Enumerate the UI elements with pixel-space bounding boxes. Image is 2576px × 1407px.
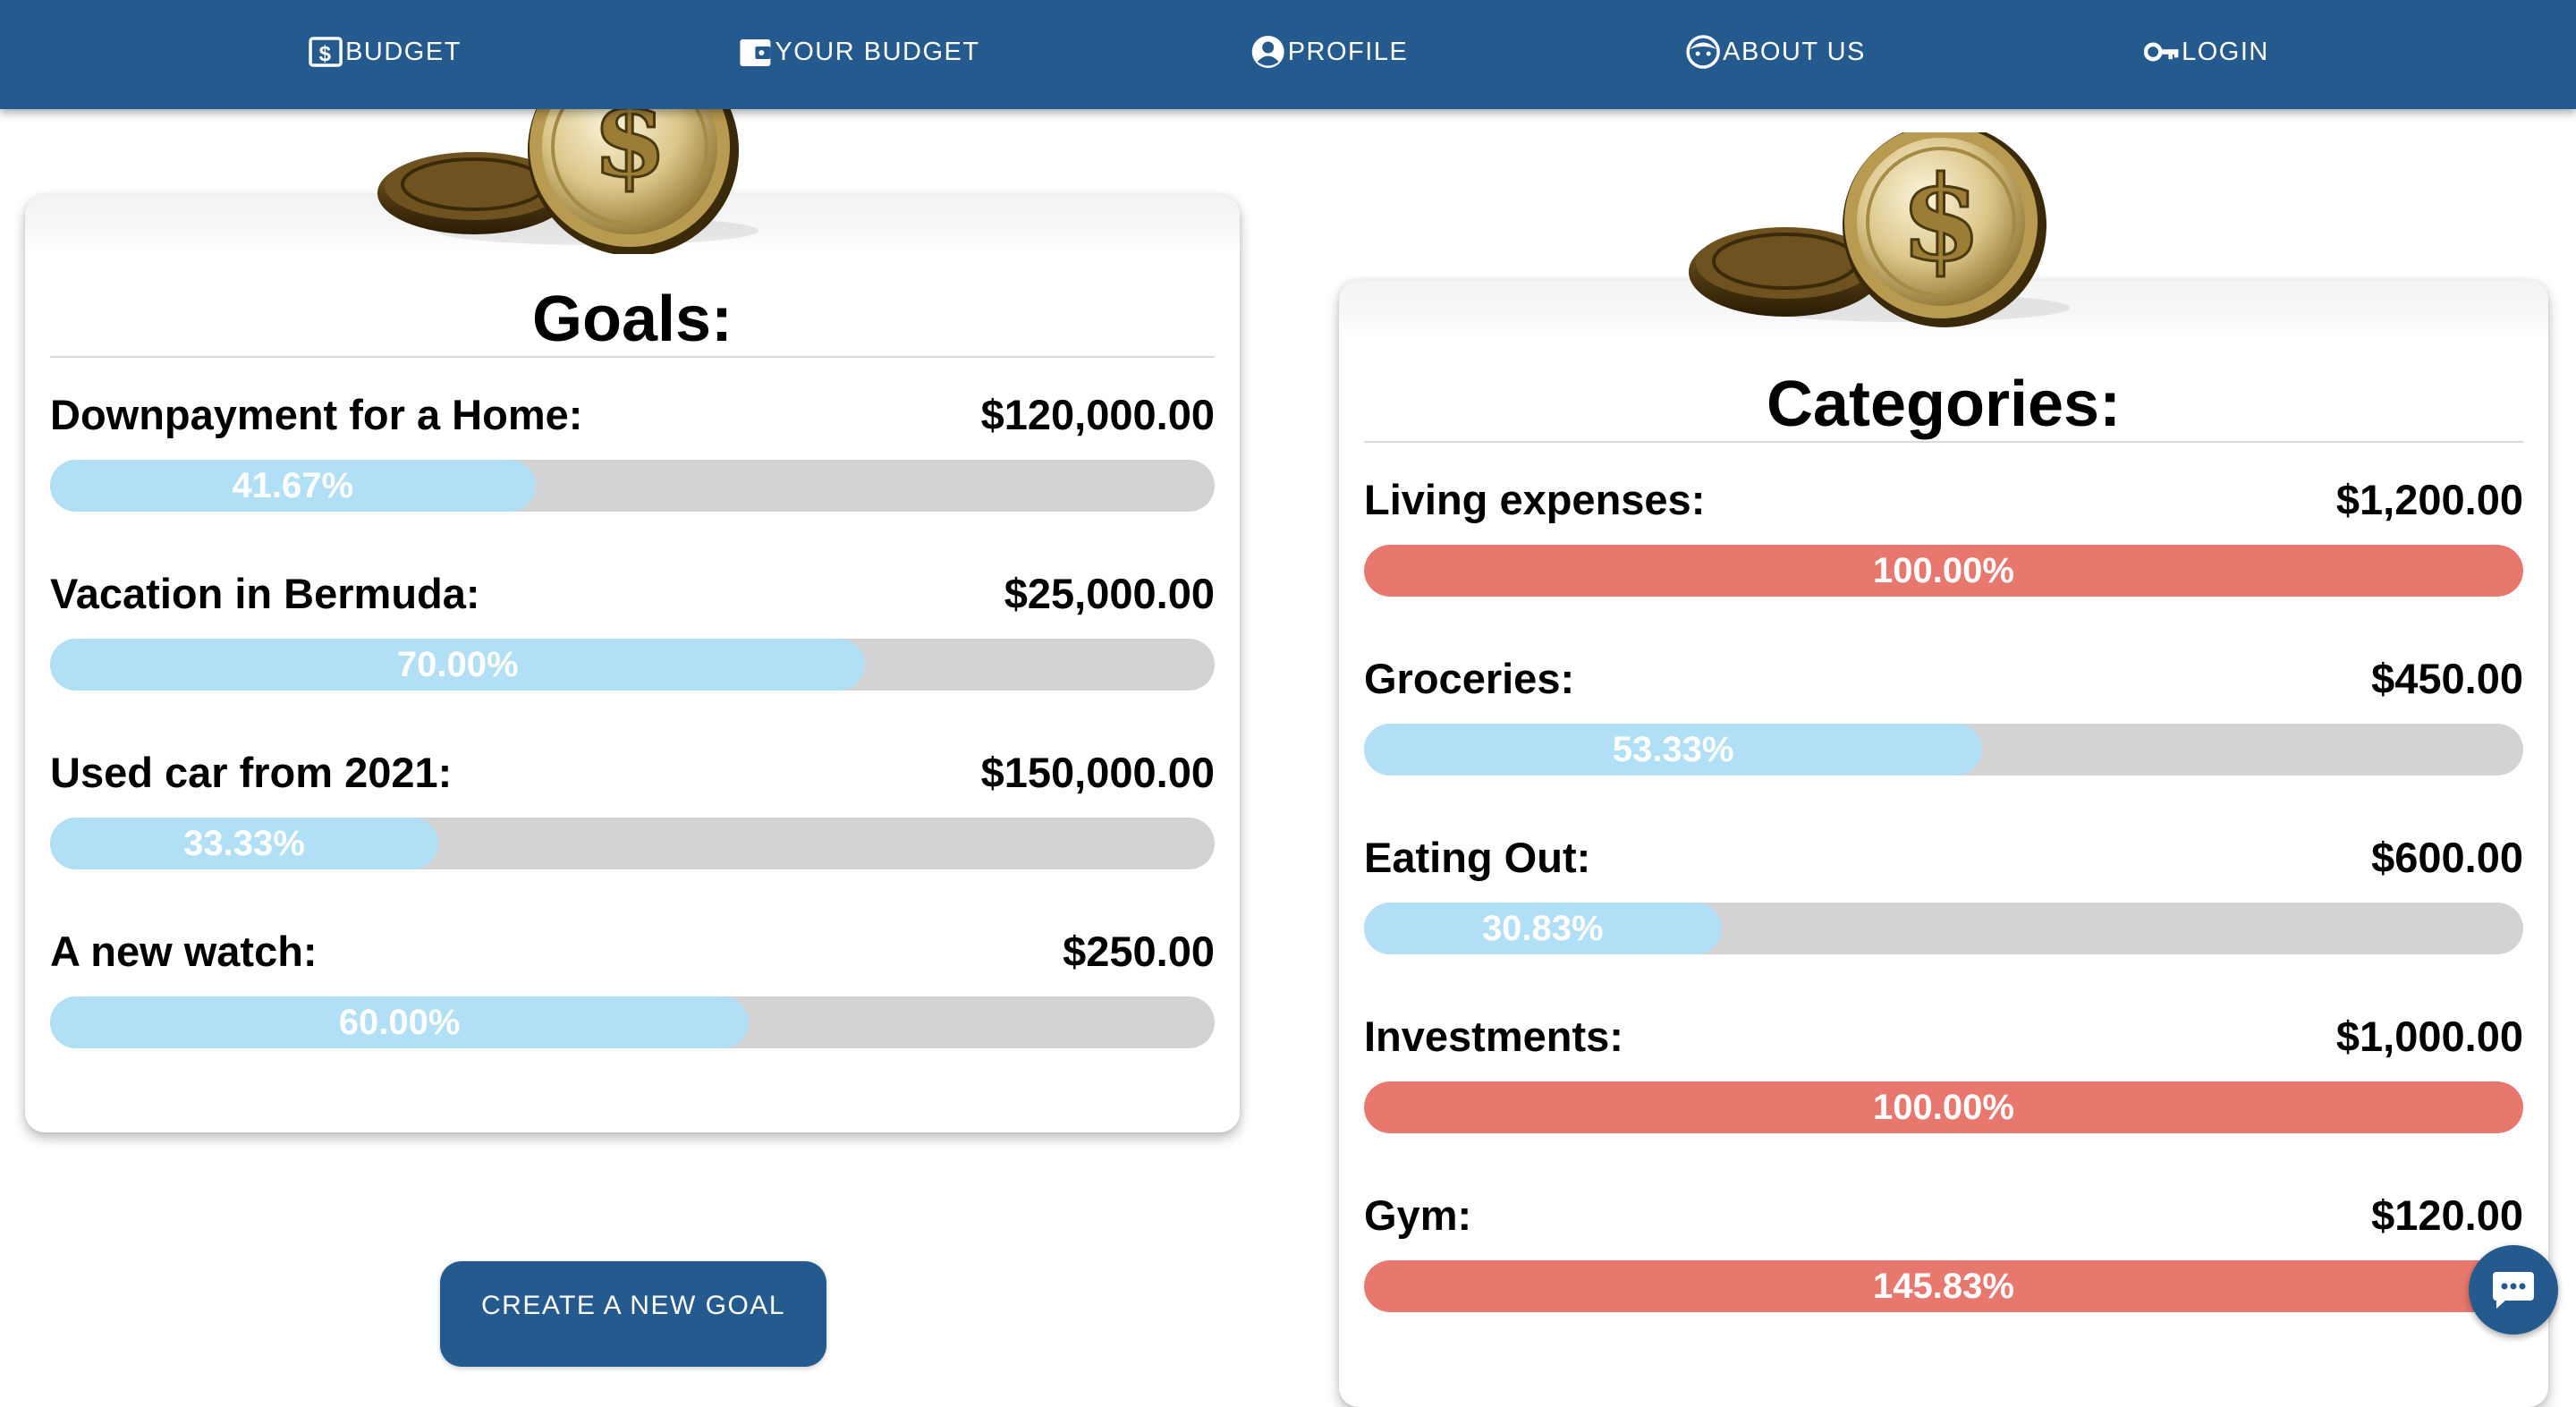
- category-progress-bar: 30.83%: [1364, 903, 2523, 954]
- svg-text:$: $: [1901, 150, 1981, 287]
- nav-about-us[interactable]: ABOUT US: [1685, 0, 1866, 104]
- create-goal-button[interactable]: CREATE A NEW GOAL: [440, 1261, 826, 1367]
- goals-divider: [50, 356, 1215, 358]
- category-label: Groceries:: [1364, 655, 1575, 702]
- chat-bubble-icon: [2493, 1272, 2534, 1309]
- category-progress-text: 100.00%: [1873, 550, 2014, 590]
- category-row: Living expenses: $1,200.00 100.00%: [1364, 475, 2523, 645]
- nav-login[interactable]: LOGIN: [2144, 0, 2269, 104]
- nav-budget[interactable]: $ BUDGET: [308, 0, 462, 104]
- goal-row: Downpayment for a Home: $120,000.00 41.6…: [50, 390, 1215, 560]
- category-row: Gym: $120.00 145.83%: [1364, 1191, 2523, 1360]
- goal-progress-text: 70.00%: [396, 644, 519, 684]
- svg-text:$: $: [319, 42, 333, 66]
- category-amount: $120.00: [2371, 1191, 2523, 1239]
- category-amount: $1,000.00: [2335, 1013, 2523, 1060]
- category-progress-text: 145.83%: [1873, 1266, 2014, 1306]
- category-row: Groceries: $450.00 53.33%: [1364, 654, 2523, 824]
- category-label: Living expenses:: [1364, 476, 1706, 523]
- goal-progress-text: 60.00%: [338, 1002, 461, 1042]
- category-progress-bar: 53.33%: [1364, 724, 2523, 776]
- goal-label: A new watch:: [50, 928, 318, 975]
- key-icon: [2144, 34, 2180, 70]
- category-progress-text: 30.83%: [1481, 908, 1604, 948]
- face-icon: [1685, 34, 1721, 70]
- category-progress-bar: 100.00%: [1364, 1081, 2523, 1133]
- user-circle-icon: [1250, 34, 1286, 70]
- goal-amount: $250.00: [1063, 928, 1215, 975]
- goal-progress-bar: 60.00%: [50, 996, 1215, 1048]
- goal-progress-text: 33.33%: [183, 823, 305, 863]
- nav-profile[interactable]: PROFILE: [1250, 0, 1409, 104]
- category-amount: $450.00: [2371, 655, 2523, 702]
- goal-progress-bar: 33.33%: [50, 818, 1215, 869]
- goal-amount: $120,000.00: [980, 391, 1215, 438]
- category-label: Gym:: [1364, 1191, 1472, 1239]
- wallet-icon: [737, 34, 773, 70]
- coins-icon: $: [377, 97, 758, 254]
- svg-text:$: $: [592, 97, 667, 201]
- top-nav: $ BUDGET YOUR BUDGET PROFILE ABOUT US LO…: [0, 0, 2576, 109]
- goal-progress-text: 41.67%: [232, 465, 354, 505]
- goal-amount: $150,000.00: [980, 749, 1215, 796]
- goal-row: A new watch: $250.00 60.00%: [50, 927, 1215, 1097]
- goal-amount: $25,000.00: [1004, 570, 1215, 617]
- nav-budget-label: BUDGET: [345, 37, 462, 66]
- goal-progress-bar: 70.00%: [50, 639, 1215, 691]
- category-progress-text: 100.00%: [1873, 1087, 2014, 1127]
- nav-profile-label: PROFILE: [1287, 37, 1409, 66]
- categories-card: Categories: Living expenses: $1,200.00 1…: [1339, 280, 2548, 1407]
- goal-label: Downpayment for a Home:: [50, 391, 583, 438]
- goals-card: Goals: Downpayment for a Home: $120,000.…: [25, 195, 1240, 1132]
- category-label: Investments:: [1364, 1013, 1623, 1060]
- categories-title: Categories:: [1766, 369, 2122, 440]
- category-row: Eating Out: $600.00 30.83%: [1364, 833, 2523, 1003]
- category-progress-bar: 100.00%: [1364, 545, 2523, 597]
- goal-row: Vacation in Bermuda: $25,000.00 70.00%: [50, 569, 1215, 739]
- chat-button[interactable]: [2469, 1245, 2558, 1335]
- nav-your-budget[interactable]: YOUR BUDGET: [737, 0, 979, 104]
- dollar-bill-icon: $: [308, 34, 343, 70]
- category-amount: $600.00: [2371, 834, 2523, 881]
- goal-label: Used car from 2021:: [50, 749, 453, 796]
- create-goal-button-label: CREATE A NEW GOAL: [480, 1291, 786, 1320]
- category-amount: $1,200.00: [2335, 476, 2523, 523]
- categories-divider: [1364, 441, 2523, 443]
- nav-about-us-label: ABOUT US: [1723, 37, 1866, 66]
- nav-your-budget-label: YOUR BUDGET: [775, 37, 980, 66]
- category-row: Investments: $1,000.00 100.00%: [1364, 1012, 2523, 1182]
- category-progress-bar: 145.83%: [1364, 1260, 2523, 1312]
- goal-label: Vacation in Bermuda:: [50, 570, 480, 617]
- goal-progress-bar: 41.67%: [50, 460, 1215, 512]
- category-label: Eating Out:: [1364, 834, 1591, 881]
- goal-row: Used car from 2021: $150,000.00 33.33%: [50, 748, 1215, 918]
- category-progress-text: 53.33%: [1612, 729, 1734, 769]
- nav-login-label: LOGIN: [2182, 37, 2269, 66]
- goals-title: Goals:: [531, 284, 733, 355]
- coins-icon: $: [1689, 132, 2070, 327]
